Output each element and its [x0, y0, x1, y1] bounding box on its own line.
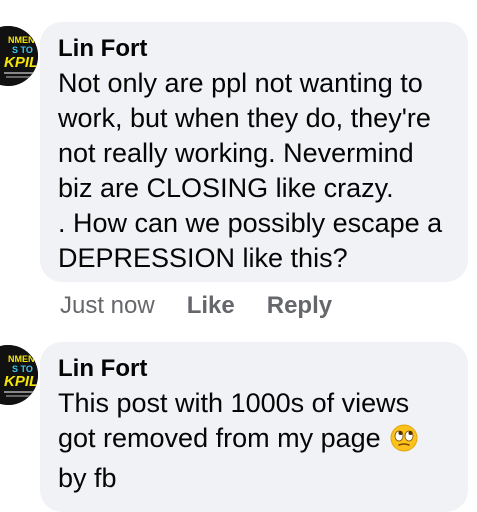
comment-author[interactable]: Lin Fort — [58, 34, 450, 64]
comment-actions: Just now Like Reply — [60, 292, 332, 320]
comment-text-line: got removed from my page — [58, 423, 381, 453]
avatar-text: KPILE — [4, 373, 38, 390]
avatar-text: NMENT — [8, 354, 38, 364]
comment-text-line: biz are CLOSING like crazy. — [58, 173, 394, 203]
avatar[interactable]: NMENT S TO KPILE — [0, 26, 38, 86]
avatar[interactable]: NMENT S TO KPILE — [0, 345, 38, 405]
comment-text-line: Not only are ppl not wanting to — [58, 68, 423, 98]
comment-text-line: work, but when they do, they're — [58, 103, 431, 133]
comment-text-line: This post with 1000s of views — [58, 388, 410, 418]
comment-text-line: . How can we possibly escape a — [58, 208, 443, 238]
avatar-text: KPILE — [4, 54, 38, 71]
comment-timestamp[interactable]: Just now — [60, 292, 155, 320]
comment-text-line-with-emoji: got removed from my page — [58, 421, 450, 461]
comment-text-line: DEPRESSION like this? — [58, 243, 348, 273]
comment-author[interactable]: Lin Fort — [58, 354, 450, 384]
comment-text: Not only are ppl not wanting to work, bu… — [58, 66, 450, 276]
comment-text: This post with 1000s of views got remove… — [58, 386, 450, 496]
comment-bubble[interactable]: Lin Fort This post with 1000s of views g… — [40, 342, 468, 512]
like-button[interactable]: Like — [187, 292, 235, 320]
comment-bubble[interactable]: Lin Fort Not only are ppl not wanting to… — [40, 22, 468, 282]
comment-text-line: by fb — [58, 463, 117, 493]
avatar-text: NMENT — [8, 35, 38, 45]
comment-text-line: not really working. Nevermind — [58, 138, 414, 168]
reply-button[interactable]: Reply — [267, 292, 332, 320]
rolling-eyes-emoji-icon — [390, 424, 418, 461]
